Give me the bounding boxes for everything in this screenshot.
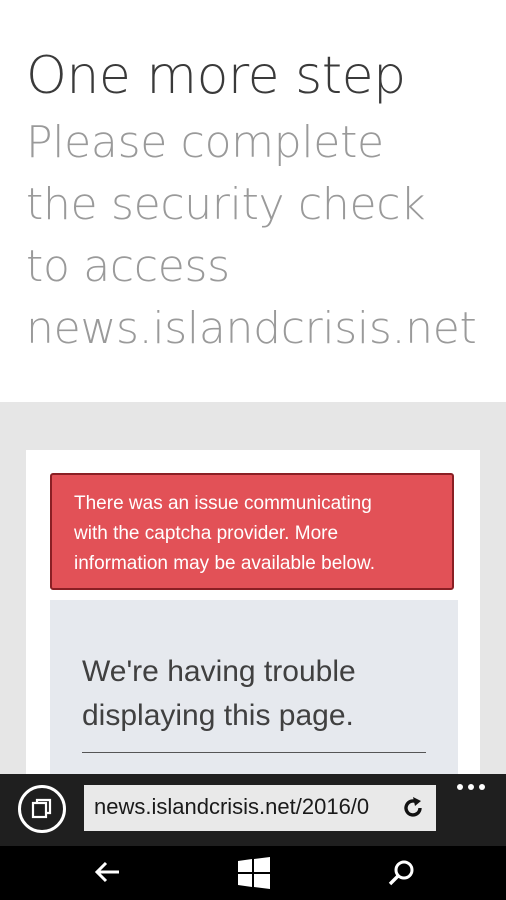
captcha-frame: We're having trouble displaying this pag…: [50, 600, 458, 800]
alert-line: information may be available below.: [74, 553, 376, 574]
windows-start-icon[interactable]: [238, 857, 270, 894]
error-alert: There was an issue communicating with th…: [50, 473, 454, 590]
more-icon[interactable]: [455, 780, 487, 799]
subtitle-line: news.islandcrisis.net: [26, 303, 477, 354]
search-icon[interactable]: [388, 859, 416, 892]
page-header: One more step Please complete the securi…: [0, 0, 506, 402]
address-field[interactable]: news.islandcrisis.net/2016/0: [84, 785, 436, 831]
subtitle-line: to access: [26, 241, 230, 292]
subtitle-line: Please complete: [26, 117, 384, 168]
browser-address-bar: news.islandcrisis.net/2016/0: [0, 774, 506, 846]
content-area: There was an issue communicating with th…: [0, 402, 506, 800]
system-nav-bar: [0, 846, 506, 900]
url-text: news.islandcrisis.net/2016/0: [94, 794, 370, 819]
page-subtitle: Please complete the security check to ac…: [26, 112, 496, 360]
back-arrow-icon[interactable]: [93, 858, 123, 891]
tabs-icon[interactable]: [18, 785, 66, 833]
trouble-message: We're having trouble displaying this pag…: [82, 650, 426, 753]
captcha-card: There was an issue communicating with th…: [26, 450, 480, 800]
refresh-icon[interactable]: [400, 795, 426, 826]
subtitle-line: the security check: [26, 179, 426, 230]
trouble-line: We're having trouble: [82, 655, 356, 688]
trouble-line: displaying this page.: [82, 699, 354, 732]
alert-line: There was an issue communicating: [74, 493, 372, 514]
alert-line: with the captcha provider. More: [74, 523, 339, 544]
page-title: One more step: [26, 46, 406, 106]
